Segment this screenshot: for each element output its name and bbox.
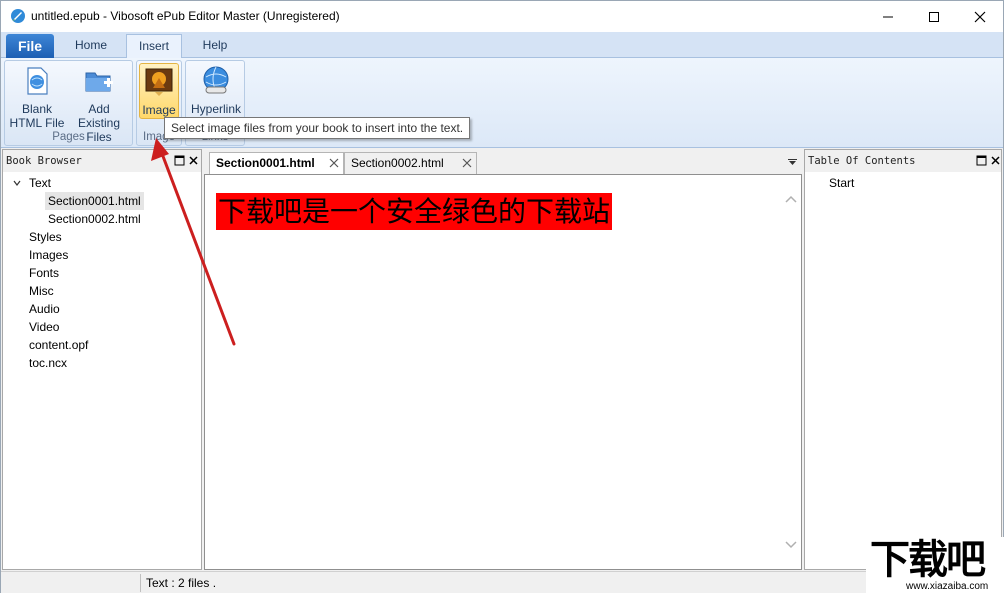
tab-section0001[interactable]: Section0001.html: [209, 152, 344, 174]
tree-item-video[interactable]: Video: [29, 318, 59, 336]
tree-item-content-opf[interactable]: content.opf: [29, 336, 88, 354]
insert-image-icon: [145, 68, 173, 96]
hyperlink-label: Hyperlink: [190, 102, 241, 116]
tab-home[interactable]: Home: [63, 34, 119, 58]
tree-item-section0001[interactable]: Section0001.html: [45, 192, 144, 210]
tab-help[interactable]: Help: [187, 34, 243, 58]
toc-title: Table Of Contents: [805, 150, 1001, 172]
add-existing-files-icon: [85, 72, 113, 92]
ribbon-panel: Blank HTML File Add Existing Files Pages: [1, 58, 1003, 148]
insert-image-button[interactable]: Image: [139, 63, 179, 119]
tree-item-fonts[interactable]: Fonts: [29, 264, 59, 282]
document-tab-bar: Section0001.html Section0002.html: [204, 150, 801, 174]
book-browser-title: Book Browser: [3, 150, 201, 172]
status-text: Text : 2 files .: [146, 576, 217, 590]
tab-section0001-label: Section0001.html: [216, 156, 315, 170]
panel-close-icon[interactable]: [990, 155, 1001, 166]
toc-panel: Table Of Contents Start: [804, 149, 1002, 570]
tree-item-images[interactable]: Images: [29, 246, 68, 264]
tree-item-toc-ncx[interactable]: toc.ncx: [29, 354, 67, 372]
blank-line1: Blank: [21, 102, 53, 116]
toc-item-start[interactable]: Start: [829, 174, 854, 192]
book-browser-panel: Book Browser Text Section0001.html Secti…: [2, 149, 202, 570]
panel-close-icon[interactable]: [188, 155, 199, 166]
dock-icon[interactable]: [976, 155, 987, 166]
app-logo-icon: [11, 9, 25, 23]
minimize-icon: [883, 16, 893, 17]
tab-section0002[interactable]: Section0002.html: [344, 152, 477, 174]
editor-pane[interactable]: 下载吧是一个安全绿色的下载站: [204, 174, 802, 570]
dock-icon[interactable]: [174, 155, 185, 166]
tab-list-dropdown-icon[interactable]: [788, 159, 797, 166]
blank-html-file-icon: [27, 67, 48, 95]
tree-item-styles[interactable]: Styles: [29, 228, 62, 246]
status-bar: Text : 2 files .: [1, 571, 1003, 593]
tree-item-text[interactable]: Text: [29, 174, 51, 192]
add-line1: Add: [88, 102, 110, 116]
tab-close-icon[interactable]: [462, 158, 472, 168]
tab-file[interactable]: File: [6, 34, 54, 58]
chevron-down-icon[interactable]: [13, 179, 21, 187]
tab-insert[interactable]: Insert: [126, 34, 182, 58]
maximize-icon: [929, 11, 939, 22]
tab-close-icon[interactable]: [329, 158, 339, 168]
status-divider: [140, 574, 141, 592]
tab-section0002-label: Section0002.html: [351, 156, 444, 170]
watermark-url: www.xiazaiba.com: [906, 581, 989, 592]
scroll-down-icon[interactable]: [785, 541, 797, 549]
hyperlink-button[interactable]: Hyperlink: [188, 63, 244, 116]
watermark-logo: 下载吧 www.xiazaiba.com: [866, 537, 1004, 594]
close-button[interactable]: [957, 1, 1003, 32]
insert-image-label: Image: [142, 103, 176, 117]
maximize-button[interactable]: [911, 1, 957, 32]
tree-item-misc[interactable]: Misc: [29, 282, 54, 300]
window-title: untitled.epub - Vibosoft ePub Editor Mas…: [31, 9, 340, 23]
watermark-logo-text: 下载吧: [870, 537, 986, 583]
hyperlink-icon: [203, 66, 229, 94]
tree-item-audio[interactable]: Audio: [29, 300, 60, 318]
image-tooltip: Select image files from your book to ins…: [164, 117, 471, 139]
title-bar: untitled.epub - Vibosoft ePub Editor Mas…: [1, 1, 1003, 32]
app-window: untitled.epub - Vibosoft ePub Editor Mas…: [0, 0, 1004, 594]
blank-line2: HTML File: [9, 116, 65, 130]
scroll-up-icon[interactable]: [785, 195, 797, 203]
pages-group-label: Pages: [52, 131, 85, 143]
blank-html-file-button[interactable]: Blank HTML File: [7, 63, 67, 130]
content-heading[interactable]: 下载吧是一个安全绿色的下载站: [216, 193, 613, 230]
close-icon: [974, 11, 986, 22]
ribbon-tab-bar: File Home Insert Help: [1, 32, 1003, 58]
pages-group: Blank HTML File Add Existing Files Pages: [4, 60, 133, 146]
tree-item-section0002[interactable]: Section0002.html: [48, 210, 141, 228]
minimize-button[interactable]: [865, 1, 911, 32]
